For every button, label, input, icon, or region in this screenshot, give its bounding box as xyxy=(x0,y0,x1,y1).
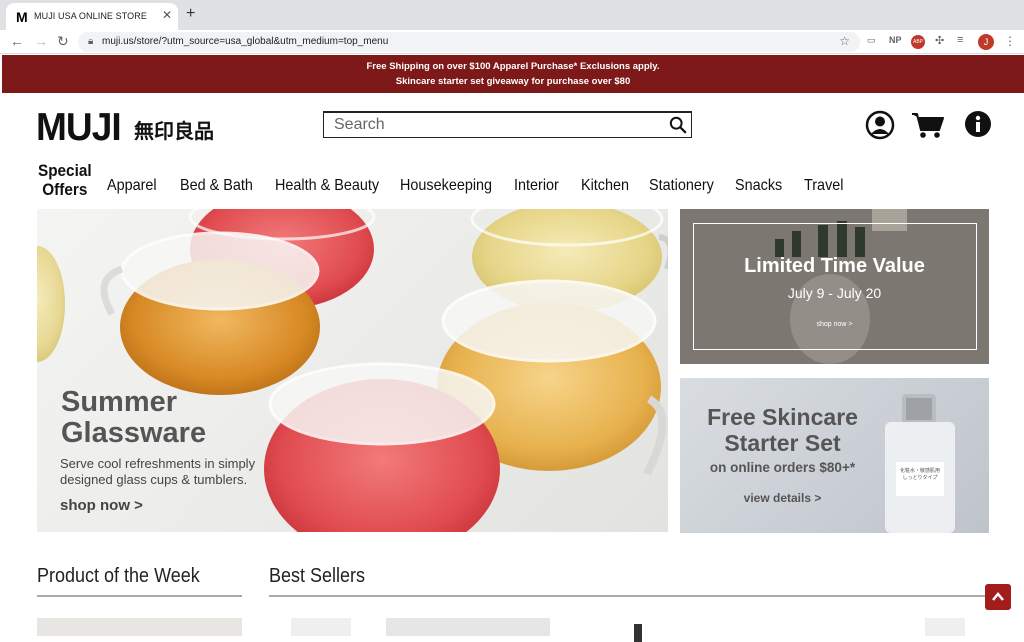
product-thumbnail[interactable] xyxy=(386,618,550,636)
account-icon[interactable] xyxy=(865,110,895,140)
hero-banner-summer-glassware[interactable]: Summer Glassware Serve cool refreshments… xyxy=(37,209,668,532)
search-box xyxy=(323,111,692,138)
bottle-label: 化粧水・敏感肌用 しっとりタイプ xyxy=(899,468,940,481)
profile-avatar[interactable]: J xyxy=(978,34,994,50)
nav-housekeeping[interactable]: Housekeeping xyxy=(400,177,492,195)
promo-skincare-subtitle: on online orders $80+* xyxy=(709,460,856,475)
lock-icon: 🔒︎ xyxy=(88,36,94,47)
promo-line-skincare[interactable]: Skincare starter set giveaway for purcha… xyxy=(2,76,1024,87)
product-thumbnail[interactable] xyxy=(925,618,965,636)
product-thumbnail[interactable] xyxy=(37,618,242,636)
promo-limited-dates: July 9 - July 20 xyxy=(787,285,882,301)
hero-title-line2: Glassware xyxy=(61,417,207,449)
section-divider xyxy=(37,595,242,597)
cart-icon[interactable] xyxy=(911,110,945,140)
nav-snacks[interactable]: Snacks xyxy=(735,177,782,195)
menu-kebab-icon[interactable]: ⋮ xyxy=(1004,34,1016,48)
nav-kitchen[interactable]: Kitchen xyxy=(581,177,629,195)
chevron-up-icon xyxy=(992,592,1004,601)
promo-skincare-view-details[interactable]: view details > xyxy=(690,491,875,505)
nav-apparel[interactable]: Apparel xyxy=(107,177,157,195)
promo-skincare-title-line1: Free Skincare xyxy=(707,404,858,430)
bookmark-star-icon[interactable]: ☆ xyxy=(839,34,850,48)
tab-title: MUJI USA ONLINE STORE xyxy=(34,11,147,21)
hero-title-line1: Summer xyxy=(61,386,178,418)
reading-list-icon[interactable]: ≡ xyxy=(957,34,963,46)
muji-logo-japanese[interactable]: 無印良品 xyxy=(134,115,214,144)
new-tab-icon[interactable]: + xyxy=(186,5,195,23)
nav-stationery[interactable]: Stationery xyxy=(649,177,714,195)
hero-title: Summer Glassware xyxy=(61,387,206,449)
info-icon[interactable] xyxy=(964,110,994,140)
hero-subtitle: Serve cool refreshments in simply design… xyxy=(60,456,256,487)
browser-tabstrip: M MUJI USA ONLINE STORE ✕ + xyxy=(0,0,1024,30)
muji-logo[interactable]: MUJI xyxy=(36,106,122,150)
back-icon[interactable]: ← xyxy=(10,33,24,49)
section-divider xyxy=(269,595,985,597)
nav-special-line2: Offers xyxy=(42,180,88,199)
scroll-to-top-button[interactable] xyxy=(985,584,1011,610)
adblock-icon[interactable]: ABP xyxy=(911,35,925,49)
nav-bed-bath[interactable]: Bed & Bath xyxy=(180,177,253,195)
muji-favicon: M xyxy=(16,9,28,25)
address-bar[interactable]: 🔒︎ muji.us/store/?utm_source=usa_global&… xyxy=(78,32,860,52)
product-thumbnail[interactable] xyxy=(634,624,642,642)
nav-travel[interactable]: Travel xyxy=(804,177,843,195)
url-text: muji.us/store/?utm_source=usa_global&utm… xyxy=(102,36,389,47)
promo-banner: Free Shipping on over $100 Apparel Purch… xyxy=(2,55,1024,93)
promo-skincare-title-line2: Starter Set xyxy=(724,430,841,456)
browser-toolbar: ← → ↻ 🔒︎ muji.us/store/?utm_source=usa_g… xyxy=(0,30,1024,54)
promo-skincare-title: Free Skincare Starter Set xyxy=(690,404,875,456)
nav-special-offers[interactable]: Special Offers xyxy=(38,161,92,199)
forward-icon[interactable]: → xyxy=(34,33,48,49)
browser-tab[interactable]: M MUJI USA ONLINE STORE ✕ xyxy=(6,3,178,30)
nav-special-line1: Special xyxy=(38,161,92,180)
section-heading-best-sellers: Best Sellers xyxy=(269,565,366,587)
product-thumbnail[interactable] xyxy=(291,618,351,636)
nav-interior[interactable]: Interior xyxy=(514,177,559,195)
extension-icon[interactable]: ▭ xyxy=(867,35,876,46)
tab-close-icon[interactable]: ✕ xyxy=(162,8,172,22)
search-icon[interactable] xyxy=(669,116,687,134)
section-heading-product-of-week: Product of the Week xyxy=(37,565,200,587)
promo-limited-shop-now[interactable]: shop now > xyxy=(680,321,989,328)
search-input[interactable] xyxy=(324,113,664,137)
promo-limited-time-value[interactable]: Limited Time Value July 9 - July 20 shop… xyxy=(680,209,989,364)
hero-shop-now-link[interactable]: shop now > xyxy=(60,497,143,514)
promo-free-skincare[interactable]: 化粧水・敏感肌用 しっとりタイプ Free Skincare Starter S… xyxy=(680,378,989,533)
nav-health-beauty[interactable]: Health & Beauty xyxy=(275,177,379,195)
extension-np-icon[interactable]: NP xyxy=(889,35,902,45)
puzzle-icon[interactable]: ✣ xyxy=(935,34,944,47)
reload-icon[interactable]: ↻ xyxy=(57,33,69,50)
promo-line-shipping[interactable]: Free Shipping on over $100 Apparel Purch… xyxy=(2,61,1024,72)
promo-limited-title: Limited Time Value xyxy=(744,255,925,277)
